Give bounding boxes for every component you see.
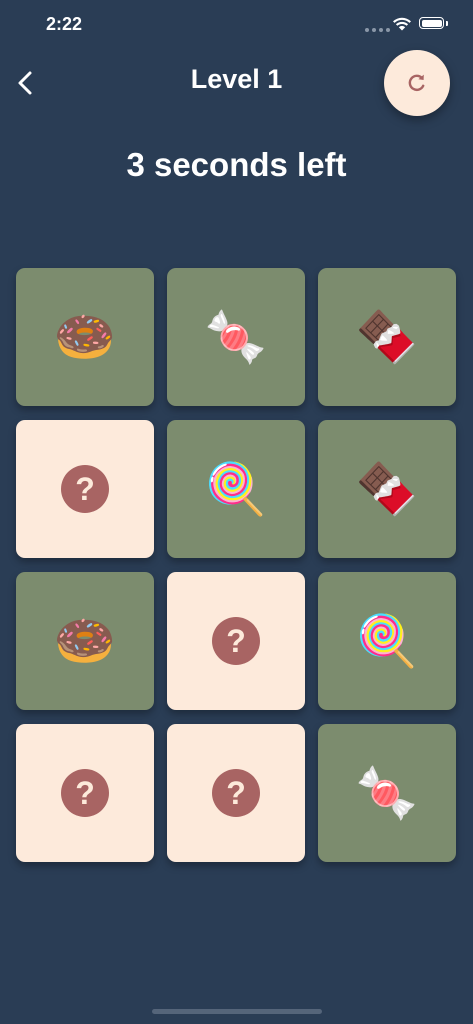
card-revealed[interactable]: 🍬 <box>167 268 305 406</box>
candy-icon: 🍬 <box>355 764 419 822</box>
restart-button[interactable] <box>384 50 450 116</box>
donut-icon: 🍩 <box>53 308 117 366</box>
wifi-icon <box>393 17 411 31</box>
timer-text: 3 seconds left <box>126 146 347 183</box>
restart-icon <box>408 74 425 92</box>
chocolate-icon: 🍫 <box>355 460 419 518</box>
status-time: 2:22 <box>46 14 83 34</box>
home-indicator <box>152 1009 322 1014</box>
battery-icon <box>419 17 444 29</box>
status-bar: 2:22 <box>0 0 473 50</box>
card-revealed[interactable]: 🍩 <box>16 572 154 710</box>
card-hidden[interactable]: ? <box>16 420 154 558</box>
card-hidden[interactable]: ? <box>167 724 305 862</box>
question-mark-icon: ? <box>61 465 109 513</box>
candy-icon: 🍬 <box>204 308 268 366</box>
question-mark-icon: ? <box>61 769 109 817</box>
card-revealed[interactable]: 🍫 <box>318 268 456 406</box>
chocolate-icon: 🍫 <box>355 308 419 366</box>
card-hidden[interactable]: ? <box>16 724 154 862</box>
card-revealed[interactable]: 🍭 <box>167 420 305 558</box>
card-revealed[interactable]: 🍩 <box>16 268 154 406</box>
lollipop-icon: 🍭 <box>355 612 419 670</box>
question-mark-icon: ? <box>212 769 260 817</box>
card-revealed[interactable]: 🍬 <box>318 724 456 862</box>
card-grid: 🍩 🍬 🍫? 🍭 🍫 🍩? 🍭?? 🍬 <box>16 268 456 862</box>
cellular-signal-icon <box>365 28 390 32</box>
question-mark-icon: ? <box>212 617 260 665</box>
card-hidden[interactable]: ? <box>167 572 305 710</box>
lollipop-icon: 🍭 <box>204 460 268 518</box>
donut-icon: 🍩 <box>53 612 117 670</box>
card-revealed[interactable]: 🍭 <box>318 572 456 710</box>
card-revealed[interactable]: 🍫 <box>318 420 456 558</box>
